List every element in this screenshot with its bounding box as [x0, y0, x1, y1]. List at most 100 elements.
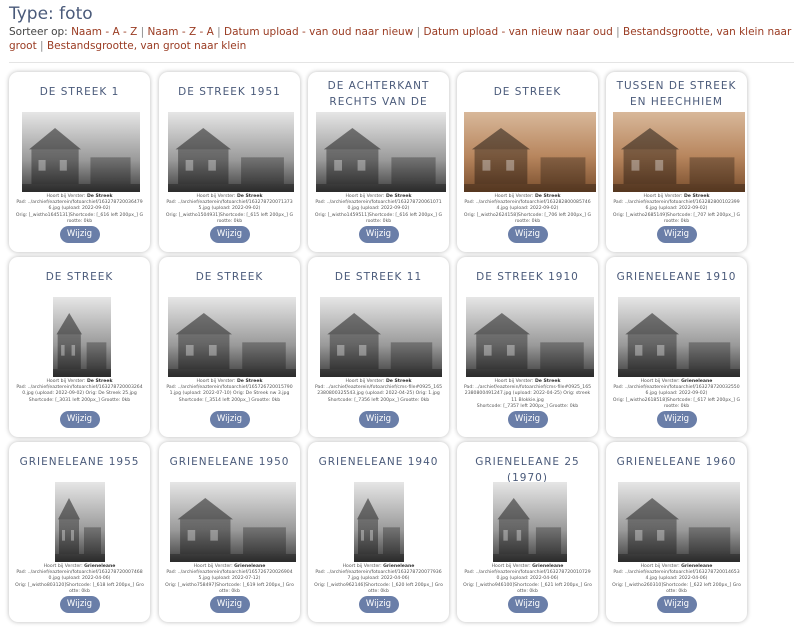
card-photo[interactable]	[316, 112, 446, 192]
sort-bar: Sorteer op: Naam - A - Z | Naam - Z - A …	[9, 25, 794, 53]
photo-card: De streek Hoort bij Verster: De Streek Pad…	[457, 72, 598, 252]
meta-shortcode: Orig: [_wistho1645131]Shortcode: [_616 l…	[15, 212, 144, 224]
edit-button[interactable]: Wijzig	[59, 226, 100, 243]
card-meta: Hoort bij Verster: De Streek Pad: ../arch…	[15, 194, 144, 225]
meta-path: Pad: ../archief/eazterein/fotoarchief/16…	[16, 570, 143, 582]
meta-shortcode: Orig: [_wistho962146]Shortcode: [_620 le…	[314, 582, 443, 594]
meta-path: Pad: ../archief/eazterein/fotoarchief/16…	[166, 570, 293, 582]
meta-path: Pad: ../archief/eazterein/fotoarchief/16…	[464, 200, 591, 212]
meta-path: Pad: ../archief/eazterein/fotoarchief/16…	[16, 385, 143, 397]
meta-path: Pad: ../archief/eazterein/fotoarchief/16…	[16, 200, 143, 212]
card-meta: Hoort bij Verster: Grieneleane Pad: ../ar…	[612, 564, 741, 595]
edit-button[interactable]: Wijzig	[209, 226, 250, 243]
meta-path: Pad: ../archief/eazterein/fotoarchief/16…	[613, 570, 740, 582]
meta-verster-value: Grieneleane	[532, 564, 564, 569]
sort-separator: |	[612, 26, 623, 38]
edit-button[interactable]: Wijzig	[507, 411, 548, 428]
meta-shortcode: Orig: [_wistho2618518]Shortcode: [_617 l…	[612, 397, 741, 409]
card-meta: Hoort bij Verster: De Streek Pad: ../arch…	[463, 194, 592, 225]
meta-verster-value: De Streek	[385, 379, 412, 384]
page-title: Type: foto	[9, 4, 93, 24]
meta-path: Pad: ../archief/eazterein/fotoarchief/16…	[613, 385, 740, 397]
meta-verster-value: De Streek	[86, 379, 113, 384]
meta-shortcode: Orig: [_wistho260310]Shortcode: [_622 le…	[612, 582, 741, 594]
card-photo[interactable]	[466, 297, 594, 377]
meta-shortcode: Shortcode: [_3031 left 200px_] Grootte: …	[28, 397, 131, 403]
card-photo[interactable]	[320, 297, 442, 377]
card-photo[interactable]	[464, 112, 596, 192]
edit-button[interactable]: Wijzig	[209, 411, 250, 428]
meta-path: Pad: ../archief/eazterein/fotoarchief/16…	[315, 570, 442, 582]
card-photo[interactable]	[618, 482, 740, 562]
card-meta: Hoort bij Verster: De Streek Pad: ../arch…	[612, 194, 741, 225]
meta-verster-label: Hoort bij Verster:	[491, 564, 533, 569]
meta-verster-label: Hoort bij Verster:	[640, 564, 682, 569]
edit-button[interactable]: Wijzig	[507, 226, 548, 243]
edit-button[interactable]: Wijzig	[59, 596, 100, 613]
photo-card: Grieneleane 1960 Hoort bij Verster: Grien…	[606, 442, 747, 622]
card-title: De streek 11	[334, 271, 423, 283]
card-photo[interactable]	[168, 112, 294, 192]
meta-verster-value: Grieneleane	[681, 379, 713, 384]
meta-verster-label: Hoort bij Verster:	[640, 379, 682, 384]
card-title: De streek 1951	[178, 86, 281, 98]
card-photo[interactable]	[168, 297, 296, 377]
edit-button[interactable]: Wijzig	[656, 596, 697, 613]
card-photo[interactable]	[22, 112, 140, 192]
card-meta: Hoort bij Verster: Grieneleane Pad: ../ar…	[612, 379, 741, 410]
edit-button[interactable]: Wijzig	[358, 411, 399, 428]
sort-separator: |	[36, 40, 47, 52]
meta-path: Pad: ../archief/eazterein/fotoarchief/cm…	[463, 385, 592, 403]
photo-card: Tussen de streek en Heechhiem Hoort bij V…	[606, 72, 747, 252]
card-photo[interactable]	[618, 297, 740, 377]
sort-option-link[interactable]: Naam - A - Z	[71, 26, 137, 38]
card-title: De streek	[195, 271, 264, 283]
edit-button[interactable]: Wijzig	[59, 411, 100, 428]
photo-card: De streek Hoort bij Verster: De Streek Pad…	[159, 257, 300, 437]
meta-path: Pad: ../archief/eazterein/fotoarchief/16…	[464, 570, 591, 582]
edit-button[interactable]: Wijzig	[507, 596, 548, 613]
card-title: De streek 1	[39, 86, 120, 98]
meta-path: Pad: ../archief/eazterein/fotoarchief/cm…	[314, 385, 443, 397]
card-title: Grieneleane 1910	[616, 271, 737, 283]
meta-verster-label: Hoort bij Verster:	[196, 379, 237, 384]
card-photo[interactable]	[613, 112, 745, 192]
photo-card: De streek 1951 Hoort bij Verster: De Stre…	[159, 72, 300, 252]
card-meta: Hoort bij Verster: Grieneleane Pad: ../ar…	[463, 564, 592, 595]
edit-button[interactable]: Wijzig	[656, 411, 697, 428]
meta-verster-label: Hoort bij Verster:	[494, 194, 535, 199]
edit-button[interactable]: Wijzig	[358, 596, 399, 613]
sort-option-link[interactable]: Datum upload - van oud naar nieuw	[224, 26, 413, 38]
meta-verster-label: Hoort bij Verster:	[345, 194, 386, 199]
meta-verster-value: Grieneleane	[383, 564, 415, 569]
sort-option-link[interactable]: Datum upload - van nieuw naar oud	[424, 26, 613, 38]
meta-path: Pad: ../archief/eazterein/fotoarchief/16…	[315, 200, 442, 212]
card-meta: Hoort bij Verster: De Streek Pad: ../arch…	[314, 194, 443, 225]
card-meta: Hoort bij Verster: De Streek Pad: ../arch…	[165, 194, 294, 225]
card-title: De streek	[45, 271, 114, 283]
card-photo[interactable]	[55, 482, 105, 562]
edit-button[interactable]: Wijzig	[209, 596, 250, 613]
sort-separator: |	[213, 26, 225, 38]
card-photo[interactable]	[493, 482, 567, 562]
card-photo[interactable]	[170, 482, 296, 562]
sort-option-link[interactable]: Naam - Z - A	[148, 26, 214, 38]
card-title: Grieneleane 1940	[318, 456, 439, 468]
meta-verster-label: Hoort bij Verster:	[196, 194, 237, 199]
meta-verster-value: De Streek	[683, 194, 710, 199]
edit-button[interactable]: Wijzig	[656, 226, 697, 243]
meta-verster-label: Hoort bij Verster:	[643, 194, 684, 199]
meta-shortcode: Orig: [_wistho1504931]Shortcode: [_615 l…	[165, 212, 294, 224]
meta-verster-value: Grieneleane	[681, 564, 713, 569]
card-meta: Hoort bij Verster: De Streek Pad: ../arch…	[165, 379, 294, 404]
meta-shortcode: Shortcode: [_3514 left 200px_] Grootte: …	[178, 397, 281, 403]
meta-verster-value: De Streek	[534, 379, 561, 384]
card-photo[interactable]	[354, 482, 404, 562]
sort-option-link[interactable]: Bestandsgrootte, van groot naar klein	[47, 40, 246, 52]
card-meta: Hoort bij Verster: Grieneleane Pad: ../ar…	[165, 564, 294, 595]
meta-shortcode: Orig: [_wistho758497]Shortcode: [_619 le…	[165, 582, 294, 594]
edit-button[interactable]: Wijzig	[358, 226, 399, 243]
meta-verster-value: De Streek	[236, 194, 263, 199]
card-photo[interactable]	[53, 297, 111, 377]
meta-shortcode: Shortcode: [_7357 left 200px_] Grootte: …	[476, 403, 579, 409]
